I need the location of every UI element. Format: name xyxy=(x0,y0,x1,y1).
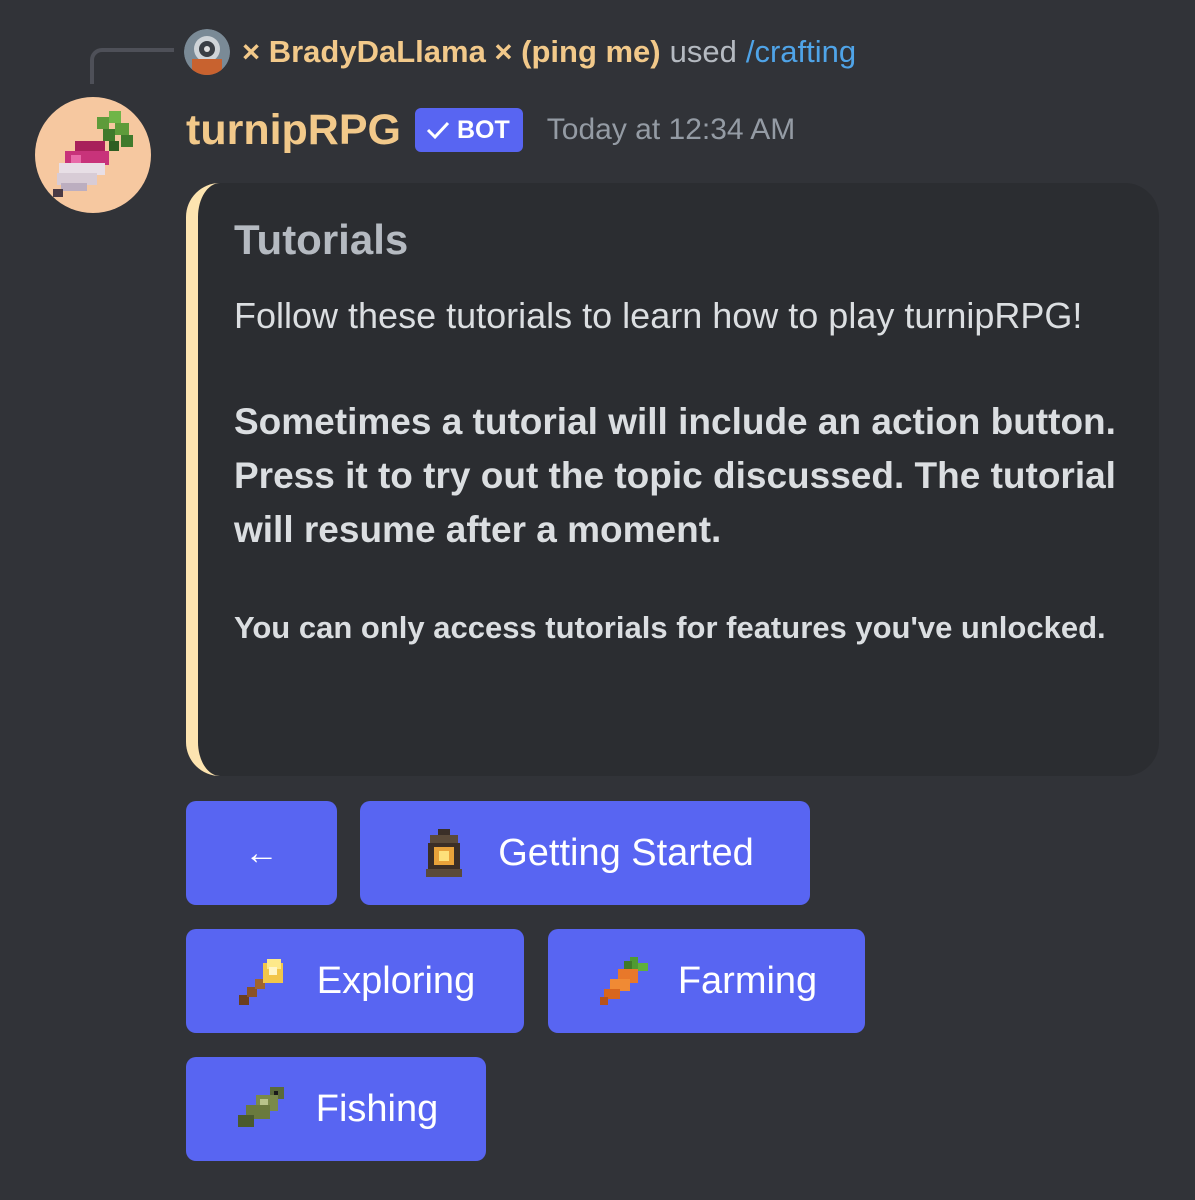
bot-badge-label: BOT xyxy=(456,115,510,144)
bot-badge: BOT xyxy=(414,108,523,152)
exploring-button[interactable]: Exploring xyxy=(186,929,524,1033)
getting-started-button[interactable]: Getting Started xyxy=(360,801,810,905)
reply-context[interactable]: × BradyDaLlama × (ping me) used /craftin… xyxy=(184,26,856,78)
embed-action-note: Sometimes a tutorial will include an act… xyxy=(234,401,1116,550)
getting-started-label: Getting Started xyxy=(498,831,754,874)
farming-label: Farming xyxy=(677,959,818,1002)
user-avatar-icon[interactable] xyxy=(184,29,230,75)
bot-avatar[interactable] xyxy=(35,97,151,213)
message-header: turnipRPG BOT Today at 12:34 AM xyxy=(186,100,795,160)
tutorial-embed: Tutorials Follow these tutorials to lear… xyxy=(186,183,1159,776)
reply-username[interactable]: × BradyDaLlama × (ping me) xyxy=(242,34,661,70)
author-name[interactable]: turnipRPG xyxy=(186,106,401,155)
carrot-icon xyxy=(599,957,648,1005)
back-button[interactable]: ← xyxy=(186,801,337,905)
lantern-icon xyxy=(426,829,463,877)
turnip-avatar-icon xyxy=(53,111,133,197)
fishing-button[interactable]: Fishing xyxy=(186,1057,486,1161)
fishing-label: Fishing xyxy=(315,1087,439,1130)
embed-title: Tutorials xyxy=(234,216,409,263)
reply-used-label: used xyxy=(669,34,737,69)
message-timestamp: Today at 12:34 AM xyxy=(546,113,796,146)
embed-unlock-note: You can only access tutorials for featur… xyxy=(234,610,1106,645)
embed-intro-text: Follow these tutorials to learn how to p… xyxy=(234,295,1083,336)
torch-icon xyxy=(238,959,283,1005)
reply-connector xyxy=(90,48,174,84)
verified-check-icon xyxy=(426,121,450,140)
back-arrow-icon: ← xyxy=(244,833,279,872)
discord-message-view: × BradyDaLlama × (ping me) used /craftin… xyxy=(0,0,1195,1200)
reply-command[interactable]: /crafting xyxy=(746,34,856,70)
farming-button[interactable]: Farming xyxy=(548,929,865,1033)
exploring-label: Exploring xyxy=(316,959,476,1002)
fish-icon xyxy=(237,1087,284,1127)
